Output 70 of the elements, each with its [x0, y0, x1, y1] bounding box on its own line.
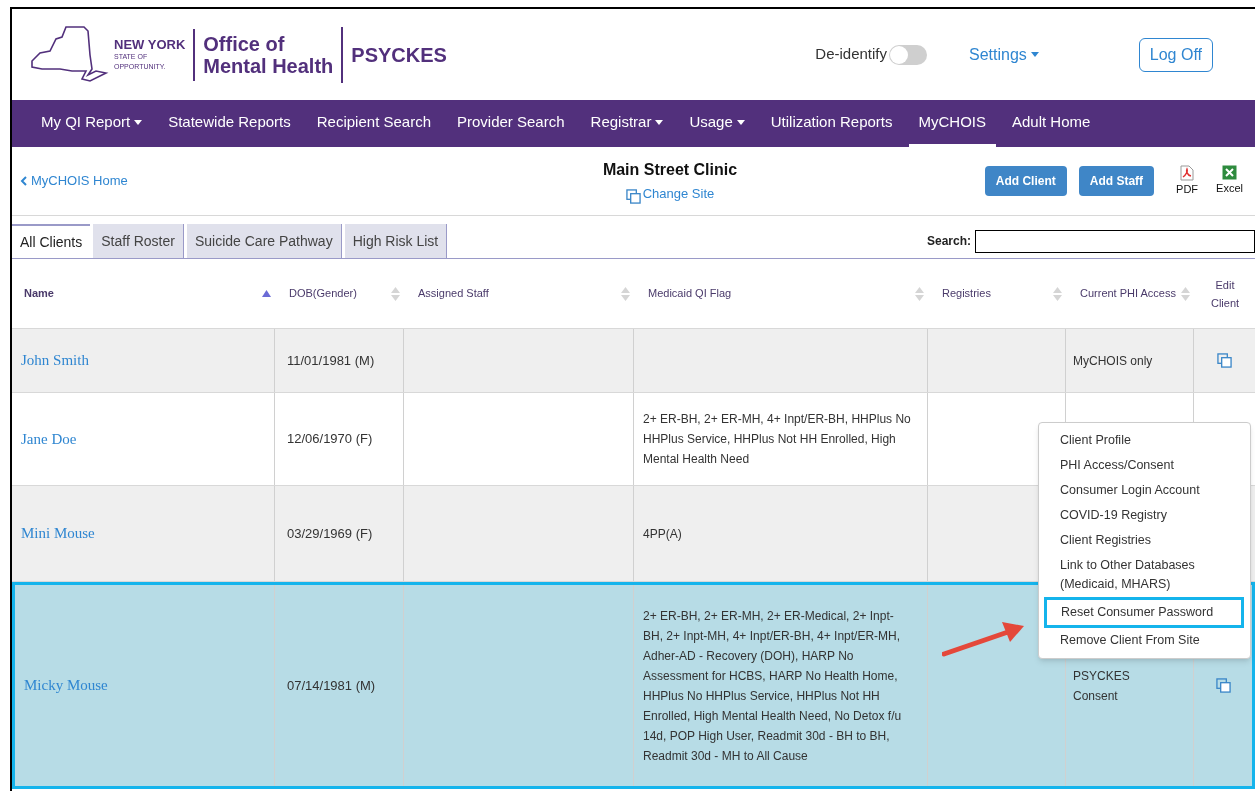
sort-icon[interactable]	[621, 285, 630, 302]
column-header[interactable]: Registries	[942, 285, 991, 302]
dob-text: 11/01/1981 (M)	[287, 351, 375, 370]
table-row[interactable]: John Smith 11/01/1981 (M) MyCHOIS only	[12, 329, 1255, 393]
dob-text: 03/29/1969 (F)	[287, 524, 373, 543]
caret-icon	[134, 119, 143, 125]
caret-icon	[1030, 52, 1039, 57]
column-header[interactable]: Assigned Staff	[418, 285, 489, 302]
tab[interactable]: Suicide Care Pathway	[186, 224, 342, 258]
pdf-icon	[1180, 164, 1195, 181]
app-name: PSYCKES	[351, 42, 447, 68]
column-header[interactable]: Edit Client	[1208, 275, 1242, 312]
copy-icon[interactable]	[1217, 353, 1232, 368]
menu-item[interactable]: Remove Client From Site	[1039, 628, 1239, 653]
qi-flags-text: 2+ ER-BH, 2+ ER-MH, 2+ ER-Medical, 2+ Inpt-BH, 2+ Inpt-MH, 4+ Inpt/ER-BH, 4+ Inpt/ER-MH, Adher-AD - Recovery (DOH), HARP No Assessment for HCBS, HARP No Health Home, HHPlus No HHPlus Service, HHPlus Not HH Enrolled, High Mental Health Need, No Detox f/u 14d, POP High User, Readmit 30d - BH to BH, Readmit 30d - MH to All Cause	[643, 607, 903, 765]
spreadsheet-icon	[1222, 165, 1238, 181]
nav-item[interactable]: Adult Home	[1002, 100, 1101, 147]
menu-item[interactable]: Client Profile	[1039, 428, 1239, 453]
phi-access-text: PSYCKES Consent	[1073, 667, 1131, 705]
add-button[interactable]: Add Client	[984, 166, 1067, 196]
nav-item[interactable]: Utilization Reports	[760, 100, 903, 147]
sort-ascending-icon[interactable]	[262, 290, 271, 297]
nav-item[interactable]: Registrar	[580, 100, 674, 147]
state-map-icon	[30, 24, 110, 85]
client-name-link[interactable]: Jane Doe	[21, 427, 77, 451]
settings-menu[interactable]: Settings	[969, 42, 1039, 67]
search-field[interactable]	[975, 230, 1255, 253]
agency-name: Mental Health	[203, 54, 334, 77]
agency-name: Office of	[203, 32, 286, 55]
menu-item[interactable]: Client Registries	[1039, 528, 1239, 553]
site-name: Main Street Clinic	[602, 160, 738, 181]
export-button[interactable]: Excel	[1216, 165, 1243, 197]
nav-item[interactable]: Recipient Search	[306, 100, 441, 147]
nav-item[interactable]: Statewide Reports	[158, 100, 301, 147]
deidentify-toggle[interactable]	[889, 44, 927, 65]
column-header[interactable]: DOB(Gender)	[289, 285, 357, 302]
add-button[interactable]: Add Staff	[1078, 166, 1155, 196]
search-label: Search:	[926, 233, 971, 250]
qi-flags-text: 2+ ER-BH, 2+ ER-MH, 4+ Inpt/ER-BH, HHPlus No HHPlus Service, HHPlus Not HH Enrolled, High Mental Health Need	[643, 411, 912, 468]
nav-item[interactable]: Usage	[679, 100, 755, 147]
tab[interactable]: Staff Roster	[93, 224, 184, 258]
logo-text: NEW YORK	[114, 37, 186, 52]
nav-item[interactable]: Provider Search	[447, 100, 575, 147]
copy-icon[interactable]	[1215, 678, 1231, 693]
chevron-left-icon	[20, 176, 27, 186]
copy-icon	[625, 188, 641, 204]
export-button[interactable]: PDF	[1176, 164, 1199, 198]
menu-item[interactable]: COVID-19 Registry	[1039, 503, 1239, 528]
qi-flags-text: 4PP(A)	[643, 525, 682, 543]
column-header[interactable]: Current PHI Access	[1080, 285, 1176, 302]
menu-item[interactable]: Reset Consumer Password	[1044, 597, 1244, 628]
sort-icon[interactable]	[1053, 285, 1062, 302]
sort-icon[interactable]	[915, 285, 924, 302]
column-header[interactable]: Name	[24, 285, 54, 302]
caret-icon	[655, 119, 664, 125]
tab[interactable]: High Risk List	[344, 224, 448, 258]
log-off-button[interactable]: Log Off	[1138, 37, 1213, 72]
change-site-link[interactable]: Change Site	[625, 184, 715, 204]
column-header[interactable]: Medicaid QI Flag	[648, 285, 732, 302]
sort-icon[interactable]	[391, 285, 400, 302]
deidentify-label: De-identify	[815, 44, 887, 65]
menu-item[interactable]: PHI Access/Consent	[1039, 453, 1239, 478]
caret-icon	[736, 119, 745, 125]
nav-item[interactable]: My QI Report	[31, 100, 153, 147]
nav-item[interactable]: MyCHOIS	[908, 100, 996, 147]
sort-icon[interactable]	[1181, 285, 1190, 302]
dob-text: 07/14/1981 (M)	[287, 676, 376, 695]
dob-text: 12/06/1970 (F)	[287, 430, 373, 449]
back-link[interactable]: MyCHOIS Home	[20, 171, 520, 191]
phi-access-text: MyCHOIS only	[1073, 352, 1153, 370]
